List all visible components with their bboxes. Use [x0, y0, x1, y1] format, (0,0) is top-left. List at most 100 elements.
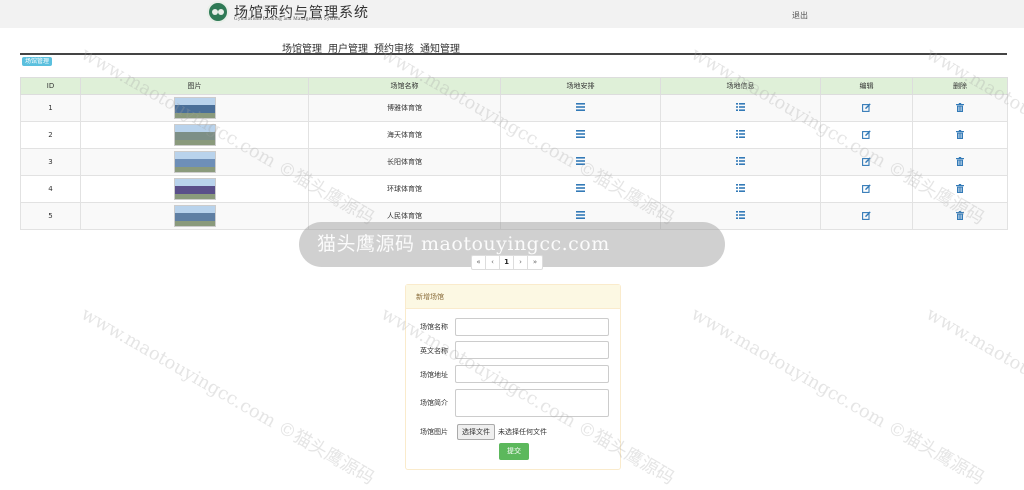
submit-button[interactable]: 提交 [499, 443, 529, 460]
logo-icon [207, 1, 229, 23]
cell-info [660, 148, 821, 176]
venue-thumbnail [173, 124, 216, 146]
trash-icon[interactable] [956, 129, 964, 141]
add-venue-panel: 新增场馆 场馆名称 英文名称 场馆地址 场馆简介 场馆图片 选择文件 未选择任何… [405, 284, 621, 470]
choose-file-button[interactable]: 选择文件 [457, 424, 495, 440]
cell-edit [820, 175, 913, 203]
pagination: « ‹ 1 › » [471, 255, 543, 270]
field-label: 英文名称 [420, 347, 448, 355]
cell-edit [820, 94, 913, 122]
list-icon[interactable] [576, 157, 585, 167]
cell-arrange [500, 175, 661, 203]
venue-thumbnail [173, 97, 216, 119]
list-ul-icon[interactable] [736, 211, 745, 221]
watermark-text: www.maotouyingcc.com ©猫头鹰源码 [77, 303, 378, 490]
cell-delete [912, 148, 1008, 176]
table-row: 3 长阳体育馆 [20, 148, 1008, 176]
cell-id: 1 [20, 94, 81, 122]
field-row-address: 场馆地址 [420, 370, 456, 380]
page-prev[interactable]: ‹ [486, 256, 500, 269]
cell-name: 长阳体育馆 [308, 148, 501, 176]
cell-id: 5 [20, 202, 81, 230]
trash-icon[interactable] [956, 102, 964, 114]
venue-thumbnail [173, 205, 216, 227]
field-label: 场馆名称 [420, 323, 448, 331]
cell-id: 4 [20, 175, 81, 203]
address-input[interactable] [455, 365, 609, 383]
page-last[interactable]: » [528, 256, 542, 269]
cell-arrange [500, 148, 661, 176]
field-label: 场馆简介 [420, 399, 448, 407]
edit-icon[interactable] [862, 210, 871, 222]
trash-icon[interactable] [956, 156, 964, 168]
trash-icon[interactable] [956, 183, 964, 195]
watermark-text: www.maotouyingcc.com ©猫头鹰源码 [687, 303, 988, 490]
venue-thumbnail [173, 151, 216, 173]
file-status: 未选择任何文件 [498, 428, 547, 436]
cell-delete [912, 202, 1008, 230]
cell-edit [820, 148, 913, 176]
cell-edit [820, 202, 913, 230]
venue-table: ID 图片 场馆名称 场地安排 场地信息 编辑 删除 1 博雅体育馆 2 海天体育馆 3… [20, 77, 1008, 230]
intro-textarea[interactable] [455, 389, 609, 417]
list-icon[interactable] [576, 211, 585, 221]
image-upload-row: 场馆图片 选择文件 未选择任何文件 [420, 424, 547, 440]
list-icon[interactable] [576, 184, 585, 194]
col-id: ID [20, 77, 81, 95]
cell-name: 博雅体育馆 [308, 94, 501, 122]
cell-image [80, 175, 309, 203]
cell-info [660, 175, 821, 203]
watermark-text: www.maotouyingcc.com ©猫头鹰源码 [922, 303, 1024, 489]
cell-image [80, 94, 309, 122]
field-row-name: 场馆名称 [420, 322, 456, 332]
english-name-input[interactable] [455, 341, 609, 359]
cell-name: 海天体育馆 [308, 121, 501, 149]
cell-image [80, 202, 309, 230]
edit-icon[interactable] [862, 183, 871, 195]
page-next[interactable]: › [514, 256, 528, 269]
cell-image [80, 121, 309, 149]
table-row: 1 博雅体育馆 [20, 94, 1008, 122]
field-label: 场馆地址 [420, 371, 448, 379]
list-ul-icon[interactable] [736, 103, 745, 113]
venue-thumbnail [173, 178, 216, 200]
table-header-row: ID 图片 场馆名称 场地安排 场地信息 编辑 删除 [20, 77, 1008, 95]
system-subtitle: Gymnasium Booking and Management System [234, 17, 341, 22]
cell-delete [912, 94, 1008, 122]
cell-id: 2 [20, 121, 81, 149]
cell-name: 环球体育馆 [308, 175, 501, 203]
cell-info [660, 121, 821, 149]
cell-arrange [500, 94, 661, 122]
cell-id: 3 [20, 148, 81, 176]
edit-icon[interactable] [862, 156, 871, 168]
venue-name-input[interactable] [455, 318, 609, 336]
cell-edit [820, 121, 913, 149]
col-image: 图片 [80, 77, 309, 95]
list-ul-icon[interactable] [736, 157, 745, 167]
edit-icon[interactable] [862, 102, 871, 114]
list-ul-icon[interactable] [736, 184, 745, 194]
cell-delete [912, 121, 1008, 149]
edit-icon[interactable] [862, 129, 871, 141]
logout-link[interactable]: 退出 [792, 10, 808, 21]
list-icon[interactable] [576, 130, 585, 140]
trash-icon[interactable] [956, 210, 964, 222]
page-current[interactable]: 1 [500, 256, 514, 269]
cell-image [80, 148, 309, 176]
field-label: 场馆图片 [420, 428, 448, 436]
section-badge: 场馆管理 [22, 57, 53, 66]
list-ul-icon[interactable] [736, 130, 745, 140]
field-row-intro: 场馆简介 [420, 398, 456, 408]
col-edit: 编辑 [820, 77, 913, 95]
table-row: 4 环球体育馆 [20, 175, 1008, 203]
col-name: 场馆名称 [308, 77, 501, 95]
col-delete: 删除 [912, 77, 1008, 95]
cell-delete [912, 175, 1008, 203]
col-info: 场地信息 [660, 77, 821, 95]
nav-divider [20, 53, 1007, 55]
table-row: 2 海天体育馆 [20, 121, 1008, 149]
list-icon[interactable] [576, 103, 585, 113]
page-first[interactable]: « [472, 256, 486, 269]
field-row-en-name: 英文名称 [420, 346, 456, 356]
panel-title: 新增场馆 [406, 285, 620, 309]
